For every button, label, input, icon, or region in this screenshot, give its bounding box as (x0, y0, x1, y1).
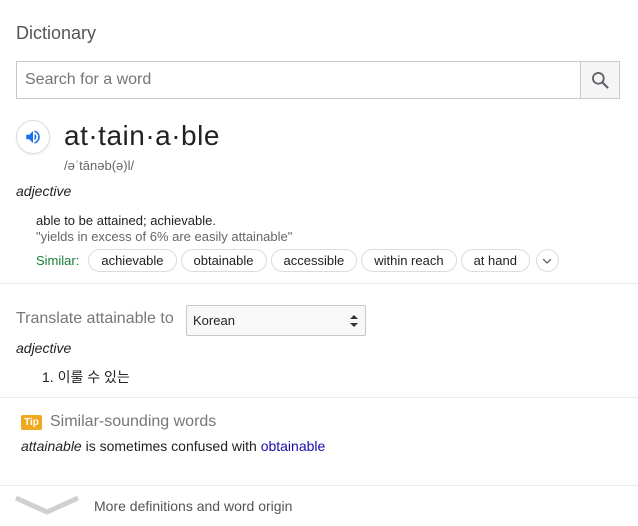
part-of-speech: adjective (16, 183, 72, 199)
tip-text: attainable is sometimes confused with ob… (21, 438, 325, 454)
similar-chip[interactable]: at hand (460, 249, 530, 272)
language-select[interactable]: Korean (186, 305, 366, 336)
chevron-down-icon (543, 258, 552, 264)
similar-chip[interactable]: within reach (361, 249, 457, 272)
select-arrows-icon (350, 315, 358, 327)
tip-middle-text: is sometimes confused with (81, 438, 261, 454)
example-sentence: "yields in excess of 6% are easily attai… (36, 229, 293, 244)
selected-language: Korean (193, 313, 235, 328)
dictionary-card: Dictionary at·tain·a·ble /əˈtānəb(ə)l/ a… (0, 0, 638, 526)
section-divider (0, 397, 638, 398)
card-title: Dictionary (16, 23, 97, 43)
similar-chip[interactable]: accessible (270, 249, 358, 272)
search-icon (592, 72, 609, 89)
translate-label: Translate attainable to (16, 310, 174, 327)
more-definitions-label: More definitions and word origin (94, 498, 293, 514)
definition-text: able to be attained; achievable. (36, 213, 216, 228)
chevron-down-icon (14, 495, 80, 515)
section-divider (0, 283, 638, 284)
tip-badge: Tip (21, 415, 42, 430)
similar-label: Similar: (36, 253, 80, 268)
expand-similar-button[interactable] (535, 249, 559, 272)
headword: at·tain·a·ble (64, 120, 220, 151)
tip-word: attainable (21, 438, 82, 454)
speaker-icon (26, 130, 40, 144)
similar-chip[interactable]: achievable (88, 249, 177, 272)
tip-title: Similar-sounding words (50, 413, 217, 430)
search-input[interactable] (17, 62, 580, 98)
similar-chip[interactable]: obtainable (180, 249, 267, 272)
translation-item: 1. 이룰 수 있는 (42, 369, 130, 385)
pronunciation-button[interactable] (16, 120, 50, 154)
similar-words-row: Similar: achievable obtainable accessibl… (36, 248, 559, 273)
translation-part-of-speech: adjective (16, 340, 72, 356)
more-definitions-button[interactable]: More definitions and word origin (0, 486, 638, 526)
search-button[interactable] (580, 62, 619, 98)
tip-link-word[interactable]: obtainable (261, 438, 326, 454)
search-box (16, 61, 620, 99)
phonetic-spelling: /əˈtānəb(ə)l/ (64, 158, 135, 173)
